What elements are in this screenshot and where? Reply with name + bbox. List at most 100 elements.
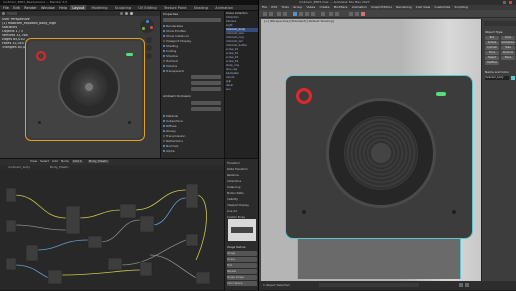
create-torus-button[interactable]: Torus — [485, 51, 499, 55]
menu-add[interactable]: Add — [52, 160, 58, 163]
undo-icon[interactable] — [263, 12, 267, 16]
axis-z-icon[interactable] — [146, 20, 149, 23]
extension-field[interactable]: Repeat — [227, 269, 257, 274]
status-led — [126, 53, 133, 56]
interpolation-field[interactable]: Linear — [227, 257, 257, 262]
prop-row[interactable]: Alpha — [163, 149, 223, 154]
node-box[interactable] — [87, 235, 103, 249]
node-box[interactable] — [185, 183, 199, 209]
prop-section[interactable]: Relations — [227, 173, 257, 178]
selection-status: 1 Object Selected — [263, 284, 290, 287]
prop-section[interactable]: Motion Paths — [227, 191, 257, 196]
shading-solid-icon[interactable] — [120, 12, 123, 15]
viewport-label[interactable]: [+] [Perspective] [Standard] [Default Sh… — [264, 20, 334, 23]
object-color-swatch[interactable] — [511, 76, 515, 80]
projection-field[interactable]: Flat — [227, 263, 257, 268]
camera-model-selected[interactable] — [25, 38, 145, 141]
prop-section[interactable]: Transform — [227, 161, 257, 166]
shader-node-editor[interactable]: View Select Add Node Slot 1 Body_Plastic… — [0, 158, 224, 290]
node-box[interactable] — [47, 269, 63, 285]
zoom-icon[interactable] — [146, 37, 152, 43]
node-box[interactable] — [25, 244, 39, 262]
prop-section[interactable]: Instancing — [227, 185, 257, 190]
axis-y-icon[interactable] — [142, 27, 145, 30]
max-perspective-viewport[interactable]: [+] [Perspective] [Standard] [Default Sh… — [261, 19, 481, 281]
menu-node[interactable]: Node — [61, 160, 69, 163]
editor-type-icon[interactable] — [2, 12, 5, 15]
align-icon[interactable] — [335, 12, 339, 16]
source-field[interactable]: Single Image — [227, 275, 257, 280]
create-teapot-button[interactable]: Teapot — [485, 56, 499, 60]
navigation-gizmo[interactable] — [140, 19, 154, 33]
material-editor-icon[interactable] — [349, 12, 353, 16]
value-field[interactable] — [191, 75, 221, 79]
shading-material-icon[interactable] — [125, 12, 128, 15]
scale-icon[interactable] — [311, 12, 315, 16]
key-icon[interactable] — [465, 283, 469, 287]
prop-section[interactable]: Line Art — [227, 209, 257, 214]
select-icon[interactable] — [293, 12, 297, 16]
create-pyramid-button[interactable]: Pyramid — [501, 51, 515, 55]
node-box[interactable] — [5, 219, 17, 233]
timeline-slider[interactable] — [319, 283, 419, 287]
node-box[interactable] — [195, 271, 211, 285]
material-selector[interactable]: Body_Plastic — [88, 160, 109, 163]
shading-rendered-icon[interactable] — [130, 12, 133, 15]
node-box[interactable] — [139, 261, 153, 277]
node-graph[interactable] — [0, 170, 224, 291]
render-setup-icon[interactable] — [355, 12, 359, 16]
create-sphere-button[interactable]: Sphere — [485, 41, 499, 45]
create-cylinder-button[interactable]: Cylinder — [485, 46, 499, 50]
prop-row[interactable]: Transparent — [163, 69, 223, 74]
node-box[interactable] — [185, 233, 199, 247]
viewport-3d[interactable]: User Perspective (1) mobcam_exposed_body… — [0, 11, 160, 158]
outliner-item[interactable]: env — [226, 88, 258, 92]
menu-select[interactable]: Select — [40, 160, 49, 163]
snap-icon[interactable] — [321, 12, 325, 16]
prop-section[interactable]: Delta Transform — [227, 167, 257, 172]
value-field[interactable] — [191, 81, 221, 85]
value-field[interactable] — [191, 101, 221, 105]
close-icon[interactable] — [509, 1, 512, 4]
render-icon[interactable] — [361, 12, 365, 16]
color-space-field[interactable]: Color Space — [227, 281, 257, 286]
prop-section[interactable]: Viewport Display — [227, 203, 257, 208]
value-field[interactable] — [191, 107, 221, 111]
mode-selector[interactable] — [7, 12, 17, 15]
move-icon[interactable] — [299, 12, 303, 16]
slot-selector[interactable]: Slot 1 — [72, 160, 83, 163]
node-box[interactable] — [5, 187, 17, 203]
link-icon[interactable] — [277, 12, 281, 16]
properties-search-input[interactable] — [163, 18, 221, 22]
axis-x-icon[interactable] — [150, 26, 153, 29]
redo-icon[interactable] — [269, 12, 273, 16]
command-panel-tabs[interactable] — [484, 21, 516, 26]
object-name-input[interactable]: mobcam_body — [485, 76, 509, 80]
section-header[interactable]: Ambient Occlusion — [163, 95, 191, 98]
camera-model-selected[interactable] — [285, 75, 473, 239]
create-tube-button[interactable]: Tube — [501, 46, 515, 50]
rotate-icon[interactable] — [305, 12, 309, 16]
image-field[interactable]: Image — [227, 251, 257, 256]
play-icon[interactable] — [459, 283, 463, 287]
pan-icon[interactable] — [146, 45, 152, 51]
node-box[interactable] — [107, 257, 123, 271]
value-field[interactable] — [191, 87, 221, 91]
unlink-icon[interactable] — [283, 12, 287, 16]
create-box-button[interactable]: Box — [485, 36, 499, 40]
create-textplus-button[interactable]: TextPlus — [485, 61, 499, 65]
create-cone-button[interactable]: Cone — [501, 36, 515, 40]
node-box[interactable] — [119, 203, 137, 219]
mirror-icon[interactable] — [329, 12, 333, 16]
create-plane-button[interactable]: Plane — [501, 56, 515, 60]
prop-section[interactable]: Visibility — [227, 197, 257, 202]
camera-view-icon[interactable] — [146, 53, 152, 59]
menu-view[interactable]: View — [30, 160, 37, 163]
minimize-icon[interactable] — [503, 1, 506, 4]
node-box[interactable] — [65, 205, 81, 235]
prop-section[interactable]: Collections — [227, 179, 257, 184]
node-box[interactable] — [5, 257, 17, 271]
overlay-edges: Edges 65,010 — [2, 38, 25, 41]
create-geosphere-button[interactable]: GeoSphere — [501, 41, 515, 45]
node-box[interactable] — [139, 215, 155, 233]
